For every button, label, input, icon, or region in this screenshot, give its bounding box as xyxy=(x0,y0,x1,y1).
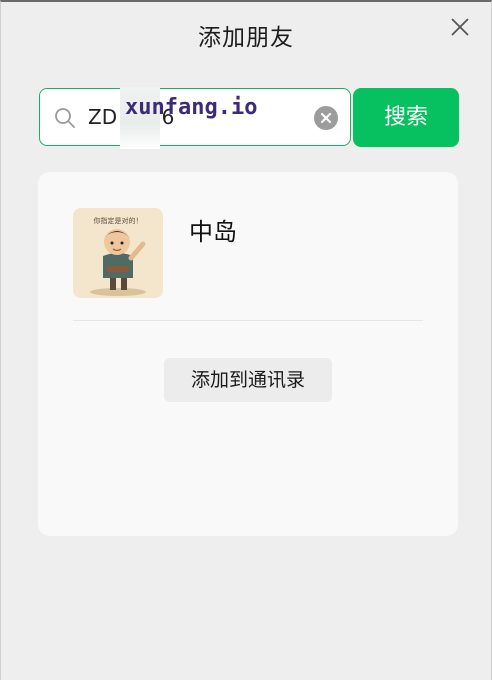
clear-button[interactable] xyxy=(314,106,338,130)
avatar[interactable]: 你指定是对的！ xyxy=(73,208,163,298)
search-field[interactable]: xunfang.io xyxy=(39,87,351,149)
search-button[interactable]: 搜索 xyxy=(353,88,459,147)
search-icon xyxy=(55,108,75,128)
search-result-card: 你指定是对的！ 中岛 添加到通讯录 xyxy=(38,172,458,536)
search-row: xunfang.io 搜索 xyxy=(39,87,459,149)
divider xyxy=(73,320,423,321)
close-button[interactable] xyxy=(449,16,471,38)
window-title: 添加朋友 xyxy=(198,25,294,51)
add-friend-window: 添加朋友 xunfang.io 搜索 xyxy=(0,0,492,680)
close-icon xyxy=(451,18,469,36)
avatar-caption: 你指定是对的！ xyxy=(93,217,143,225)
clear-icon xyxy=(314,106,338,130)
redaction-mask xyxy=(120,87,160,149)
contact-name: 中岛 xyxy=(189,218,237,246)
add-to-contacts-button[interactable]: 添加到通讯录 xyxy=(164,358,332,402)
